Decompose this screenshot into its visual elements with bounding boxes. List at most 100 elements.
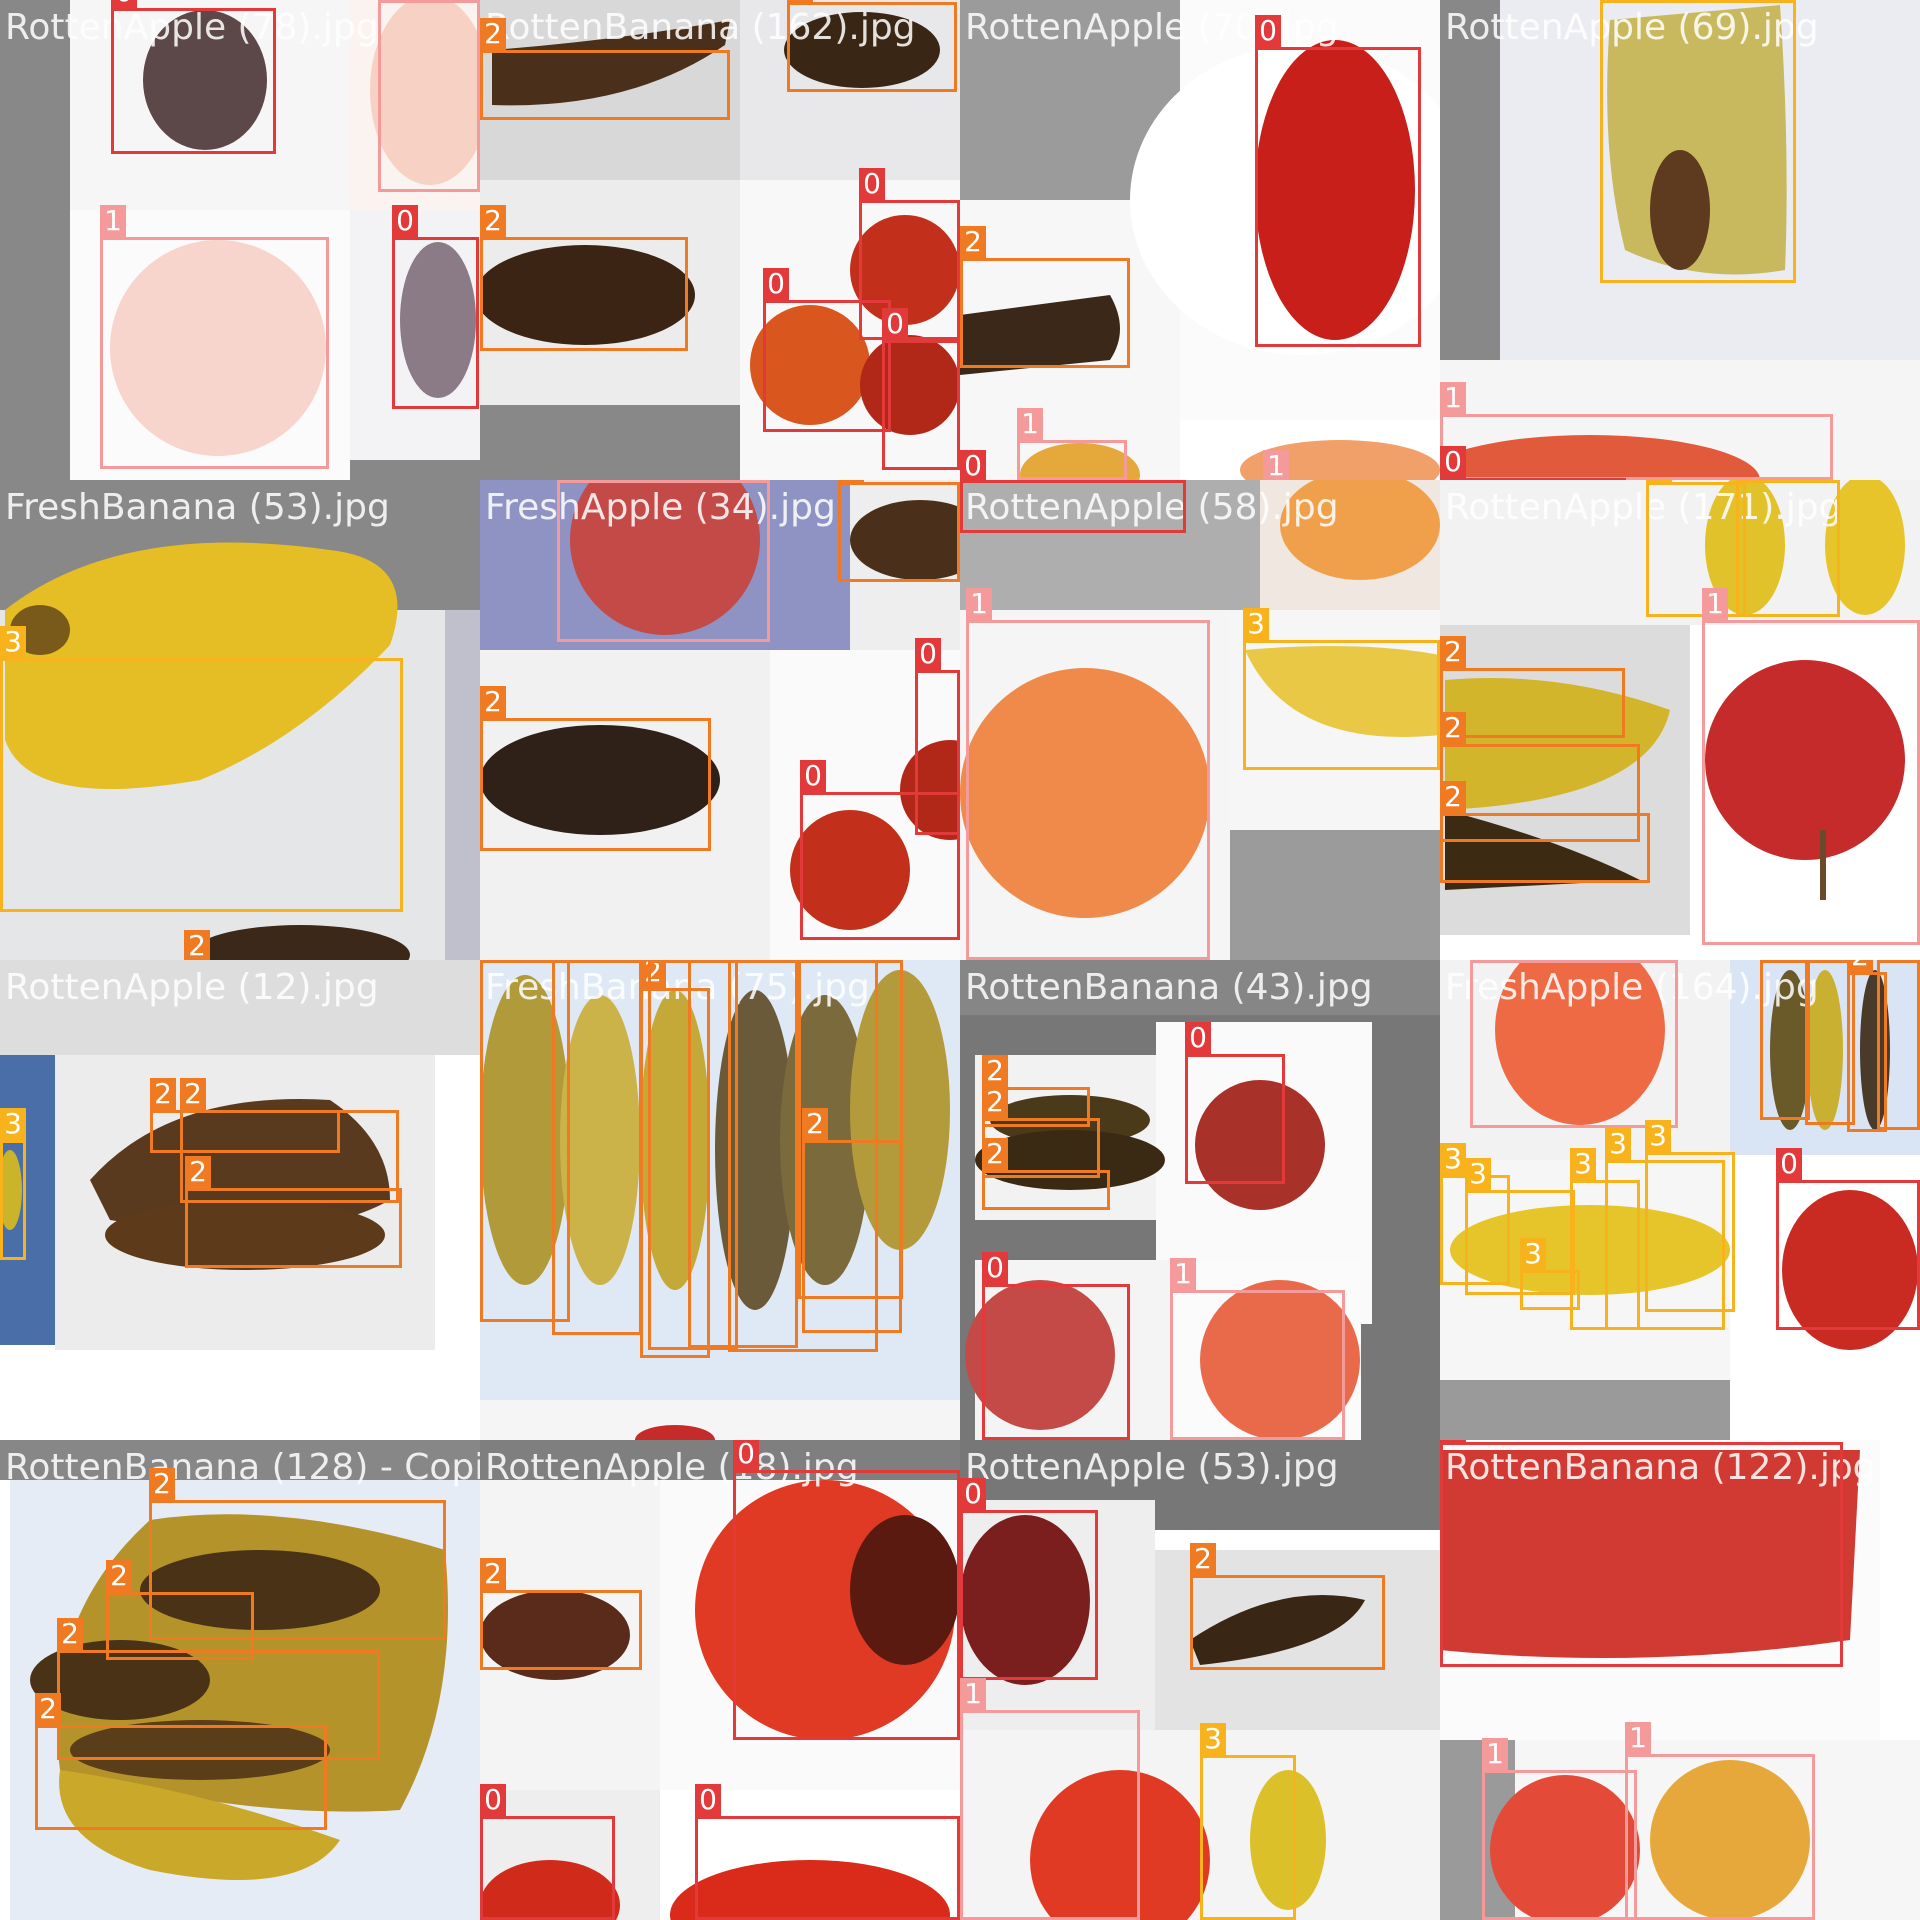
detection-box: 0 xyxy=(960,1478,1098,1680)
detection-box: 1 xyxy=(1482,1738,1637,1920)
detection-box: 3 xyxy=(1520,1238,1580,1310)
class-label: 0 xyxy=(1440,1440,1466,1442)
detection-box: 1 xyxy=(966,588,1210,960)
mosaic-tile: RottenApple (69).jpg 3 1 0 xyxy=(1440,0,1920,480)
class-label: 0 xyxy=(915,638,941,670)
detection-box: 2 xyxy=(960,226,1130,368)
class-label: 0 xyxy=(859,168,885,200)
class-label: 2 xyxy=(184,930,210,960)
detection-box: 2 xyxy=(480,1558,642,1670)
detection-box: 2 xyxy=(480,686,711,851)
detection-box: 1 xyxy=(557,480,770,642)
detection-box: 1 xyxy=(960,1678,1140,1920)
detection-box: 1 xyxy=(1017,408,1127,480)
detection-box: 0 xyxy=(982,1252,1130,1440)
class-label: 0 xyxy=(695,1784,721,1816)
class-label: 0 xyxy=(960,450,986,480)
class-label: 3 xyxy=(1520,1238,1546,1270)
class-label: 0 xyxy=(800,760,826,792)
detection-box: 0 xyxy=(1185,1022,1285,1184)
class-label: 2 xyxy=(1440,636,1466,668)
class-label: 2 xyxy=(1847,960,1873,972)
class-label: 1 xyxy=(1625,1722,1651,1754)
class-label: 2 xyxy=(1440,781,1466,813)
class-label: 2 xyxy=(480,205,506,237)
class-label: 3 xyxy=(1605,1128,1631,1160)
class-label: 1 xyxy=(1482,1738,1508,1770)
class-label: 2 xyxy=(106,1560,132,1592)
class-label: 2 xyxy=(802,1108,828,1140)
mosaic-tile: RottenBanana (43).jpg 0 2 2 2 0 1 xyxy=(960,960,1440,1440)
detection-box: 2 xyxy=(1190,1543,1385,1670)
detection-box: 2 xyxy=(838,480,960,582)
class-label: 0 xyxy=(1185,1022,1211,1054)
class-label: 3 xyxy=(1243,608,1269,640)
class-label: 2 xyxy=(480,1558,506,1590)
detection-box: 0 xyxy=(882,308,960,470)
class-label: 1 xyxy=(100,205,126,237)
detection-box: 2 xyxy=(1440,636,1625,738)
detection-box: 0 xyxy=(695,1784,960,1920)
class-label: 1 xyxy=(1263,450,1289,480)
class-label: 2 xyxy=(960,226,986,258)
detection-box: 0 xyxy=(1255,15,1421,347)
detection-box: 1 xyxy=(378,0,480,192)
class-label: 0 xyxy=(1440,446,1466,478)
mosaic-tile: RottenApple (70).jpg 0 2 1 0 1 xyxy=(960,0,1440,480)
detection-box: 2 xyxy=(787,0,957,92)
detection-box: 0 xyxy=(111,0,276,154)
class-label: 1 xyxy=(1702,588,1728,620)
class-label: 2 xyxy=(1440,712,1466,744)
class-label: 1 xyxy=(1440,382,1466,414)
class-label: 3 xyxy=(0,1108,26,1140)
class-label: 0 xyxy=(1776,1148,1802,1180)
detection-box: 2 xyxy=(1760,960,1810,1120)
class-label: 2 xyxy=(150,1078,176,1110)
detection-box: 3 xyxy=(1646,480,1746,617)
class-label: 0 xyxy=(392,205,418,237)
detection-box: 3 xyxy=(1736,480,1840,617)
detection-box: 1 xyxy=(1470,960,1678,1128)
class-label: 2 xyxy=(982,1138,1008,1170)
detection-box: 0 xyxy=(733,1440,960,1740)
detection-box: 0 xyxy=(1776,1148,1920,1330)
class-label: 2 xyxy=(787,0,813,2)
detection-box: 0 xyxy=(763,268,891,432)
detection-box: 2 xyxy=(480,205,688,351)
class-label: 3 xyxy=(1465,1158,1491,1190)
class-label: 2 xyxy=(57,1618,83,1650)
class-label: 0 xyxy=(733,1440,759,1470)
mosaic-tile: RottenApple (78).jpg 0 1 1 0 xyxy=(0,0,480,480)
detection-box: 0 xyxy=(392,205,479,409)
detection-box: 2 xyxy=(802,1108,902,1333)
class-label: 2 xyxy=(1190,1543,1216,1575)
detection-box: 3 xyxy=(1645,1120,1735,1312)
class-label: 2 xyxy=(185,1156,211,1188)
mosaic-tile: FreshApple (164).jpg 1 2 2 2 2 3 3 3 3 3… xyxy=(1440,960,1920,1440)
detection-box: 1 xyxy=(100,205,329,469)
detection-box: 0 xyxy=(480,1784,615,1920)
mosaic-tile: FreshApple (34).jpg 1 2 2 0 0 xyxy=(480,480,960,960)
class-label: 0 xyxy=(960,1478,986,1510)
class-label: 3 xyxy=(1200,1723,1226,1755)
class-label: 3 xyxy=(1440,1143,1466,1175)
class-label: 2 xyxy=(838,480,864,482)
mosaic-tile: FreshBanana (75).jpg 2 2 2 2 2 2 2 2 xyxy=(480,960,960,1440)
detection-box: 2 xyxy=(552,960,642,1335)
detection-box: 3 xyxy=(1243,608,1440,770)
class-label: 3 xyxy=(1646,480,1672,482)
mosaic-tile: RottenApple (58).jpg 1 3 0 xyxy=(960,480,1440,960)
mosaic-tile: RottenBanana (128) - Copia.jpg 2 2 2 2 xyxy=(0,1440,480,1920)
class-label: 0 xyxy=(763,268,789,300)
detection-box: 3 xyxy=(0,626,403,912)
detection-box: 0 xyxy=(960,480,1186,533)
class-label: 2 xyxy=(480,686,506,718)
detection-box: 1 xyxy=(1440,382,1833,480)
detection-box: 1 xyxy=(1170,1258,1345,1440)
detection-mosaic: RottenApple (78).jpg 0 1 1 0 RottenBanan… xyxy=(0,0,1920,1920)
mosaic-tile: RottenApple (171).jpg 3 3 2 2 2 1 xyxy=(1440,480,1920,960)
mosaic-tile: FreshBanana (53).jpg 3 2 xyxy=(0,480,480,960)
detection-box: 0 xyxy=(800,760,960,940)
detection-box: 3 xyxy=(1600,0,1796,283)
detection-box: 2 xyxy=(1877,960,1920,1130)
